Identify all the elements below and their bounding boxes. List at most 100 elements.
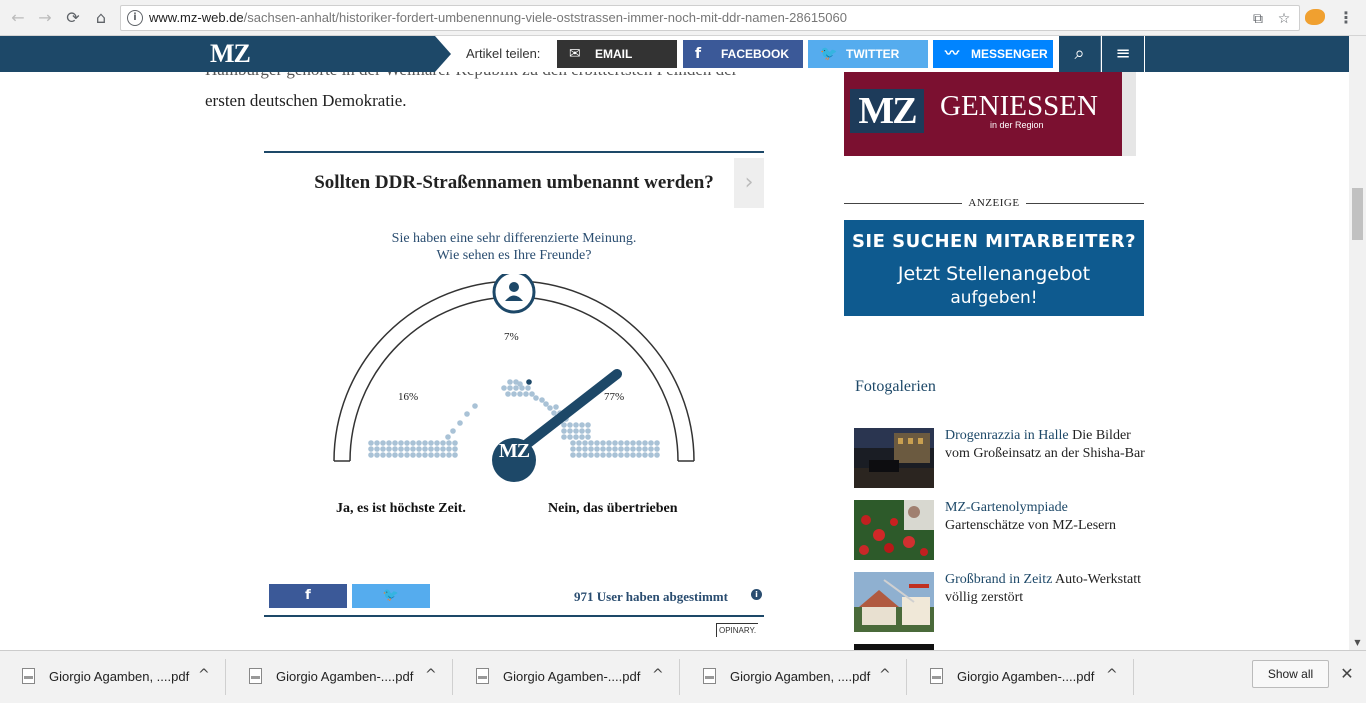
browser-menu-icon[interactable]: ⋮ [1338, 8, 1354, 28]
jobs-ad[interactable]: SIE SUCHEN MITARBEITER? Jetzt Stellenang… [844, 220, 1144, 316]
chevron-up-icon[interactable]: ^ [879, 667, 891, 683]
envelope-icon: ✉ [569, 46, 581, 62]
vote-dot [386, 452, 392, 458]
jobs-ad-headline: SIE SUCHEN MITARBEITER? [851, 231, 1137, 252]
vote-dot [594, 440, 600, 446]
download-item[interactable]: Giorgio Agamben, ....pdf ^ [681, 659, 907, 695]
opinary-logo[interactable]: OPINARY. [716, 623, 759, 637]
info-icon[interactable]: i [751, 589, 762, 600]
scroll-down-icon[interactable]: ▼ [1349, 638, 1366, 648]
gallery-thumbnail[interactable] [854, 500, 934, 560]
reload-icon[interactable]: ⟳ [63, 8, 83, 28]
gallery-thumbnail[interactable] [854, 428, 934, 488]
mz-logo[interactable]: MZ [210, 41, 251, 67]
vote-dot [416, 452, 422, 458]
download-item[interactable]: Giorgio Agamben-....pdf ^ [227, 659, 453, 695]
vote-dot [567, 422, 573, 428]
vote-dot [636, 446, 642, 452]
fotogalerien-heading: Fotogalerien [855, 378, 936, 395]
vote-dot [630, 446, 636, 452]
answer-right-label[interactable]: Nein, das übertrieben [548, 501, 678, 517]
vote-dot [404, 452, 410, 458]
gallery-caption: Großbrand in Zeitz Auto-Werkstatt völlig… [945, 572, 1141, 605]
poll-twitter-button[interactable]: 🐦 [352, 584, 430, 608]
translate-icon[interactable]: ⧉ [1249, 10, 1267, 28]
vote-dot [648, 446, 654, 452]
vote-dot [380, 440, 386, 446]
vote-dot [576, 446, 582, 452]
vote-dot [642, 452, 648, 458]
chevron-up-icon[interactable]: ^ [198, 667, 210, 683]
vote-dot [416, 440, 422, 446]
download-item[interactable]: Giorgio Agamben-....pdf ^ [454, 659, 680, 695]
vote-dot [648, 440, 654, 446]
chevron-up-icon[interactable]: ^ [425, 667, 437, 683]
geniessen-ad[interactable]: MZ GENIESSEN in der Region [844, 72, 1136, 156]
vote-dot [445, 434, 451, 440]
show-all-button[interactable]: Show all [1252, 660, 1329, 688]
vote-dot [606, 440, 612, 446]
vote-dot [573, 434, 579, 440]
gauge-mz-logo: MZ [498, 440, 530, 462]
messenger-share-button[interactable]: 〰 MESSENGER [933, 40, 1053, 68]
forward-icon[interactable]: → [35, 8, 55, 28]
twitter-share-button[interactable]: 🐦 TWITTER [808, 40, 928, 68]
site-info-icon[interactable]: i [127, 10, 143, 26]
vote-dot [648, 452, 654, 458]
url-text: www.mz-web.de/sachsen-anhalt/historiker-… [149, 10, 847, 25]
vote-dot [507, 379, 513, 385]
vote-dot [600, 446, 606, 452]
vote-dot [636, 452, 642, 458]
next-poll-button[interactable]: › [734, 158, 764, 208]
user-marker [492, 274, 536, 314]
address-bar[interactable]: i www.mz-web.de/sachsen-anhalt/historike… [120, 5, 1300, 31]
chevron-up-icon[interactable]: ^ [1106, 667, 1118, 683]
gallery-caption: MZ-Gartenolympiade Gartenschätze von MZ-… [945, 500, 1117, 533]
vote-dot [398, 440, 404, 446]
jobs-ad-line2: Jetzt Stellenangebot [897, 263, 1091, 285]
vote-dot [398, 446, 404, 452]
pdf-file-icon [476, 668, 489, 684]
vote-dot [630, 440, 636, 446]
vote-dot [380, 452, 386, 458]
hamburger-menu-icon[interactable]: ≡ [1102, 36, 1144, 72]
vote-dot [392, 452, 398, 458]
vote-dot [446, 446, 452, 452]
back-icon[interactable]: ← [8, 8, 28, 28]
gallery-thumbnail[interactable] [854, 572, 934, 632]
download-item[interactable]: Giorgio Agamben, ....pdf ^ [0, 659, 226, 695]
gallery-item[interactable]: MZ-Gartenolympiade Gartenschätze von MZ-… [854, 500, 1144, 560]
scrollbar-thumb[interactable] [1352, 188, 1363, 240]
vote-count: 971 User haben abgestimmt [574, 589, 728, 604]
home-icon[interactable]: ⌂ [91, 8, 111, 28]
answer-left-label[interactable]: Ja, es ist höchste Zeit. [336, 501, 466, 517]
email-share-button[interactable]: ✉ EMAIL [557, 40, 677, 68]
vote-dot [654, 452, 660, 458]
vote-dot [588, 440, 594, 446]
vote-dot [526, 379, 532, 385]
extension-icon[interactable] [1305, 9, 1325, 25]
facebook-share-button[interactable]: f FACEBOOK [683, 40, 803, 68]
vote-dot [440, 452, 446, 458]
vote-dot [561, 422, 567, 428]
gallery-item[interactable]: Drogenrazzia in Halle Die Bilder vom Gro… [854, 428, 1145, 488]
vote-dot [374, 452, 380, 458]
poll-facebook-button[interactable]: f [269, 584, 347, 608]
page-scrollbar[interactable]: ▼ [1349, 36, 1366, 650]
vote-dot [606, 452, 612, 458]
gallery-item[interactable]: Großbrand in Zeitz Auto-Werkstatt völlig… [854, 572, 1144, 632]
facebook-icon: f [695, 46, 702, 62]
vote-dot [624, 446, 630, 452]
vote-dot [457, 420, 463, 426]
download-filename: Giorgio Agamben-....pdf [957, 669, 1095, 684]
vote-dot [567, 434, 573, 440]
vote-dot [519, 385, 525, 391]
vote-dot [505, 391, 511, 397]
download-item[interactable]: Giorgio Agamben-....pdf ^ [908, 659, 1134, 695]
close-icon[interactable]: ✕ [1339, 664, 1355, 684]
search-icon[interactable]: ⌕ [1059, 36, 1101, 72]
chevron-up-icon[interactable]: ^ [652, 667, 664, 683]
download-filename: Giorgio Agamben-....pdf [503, 669, 641, 684]
vote-dot [434, 446, 440, 452]
bookmark-star-icon[interactable]: ☆ [1275, 10, 1293, 28]
